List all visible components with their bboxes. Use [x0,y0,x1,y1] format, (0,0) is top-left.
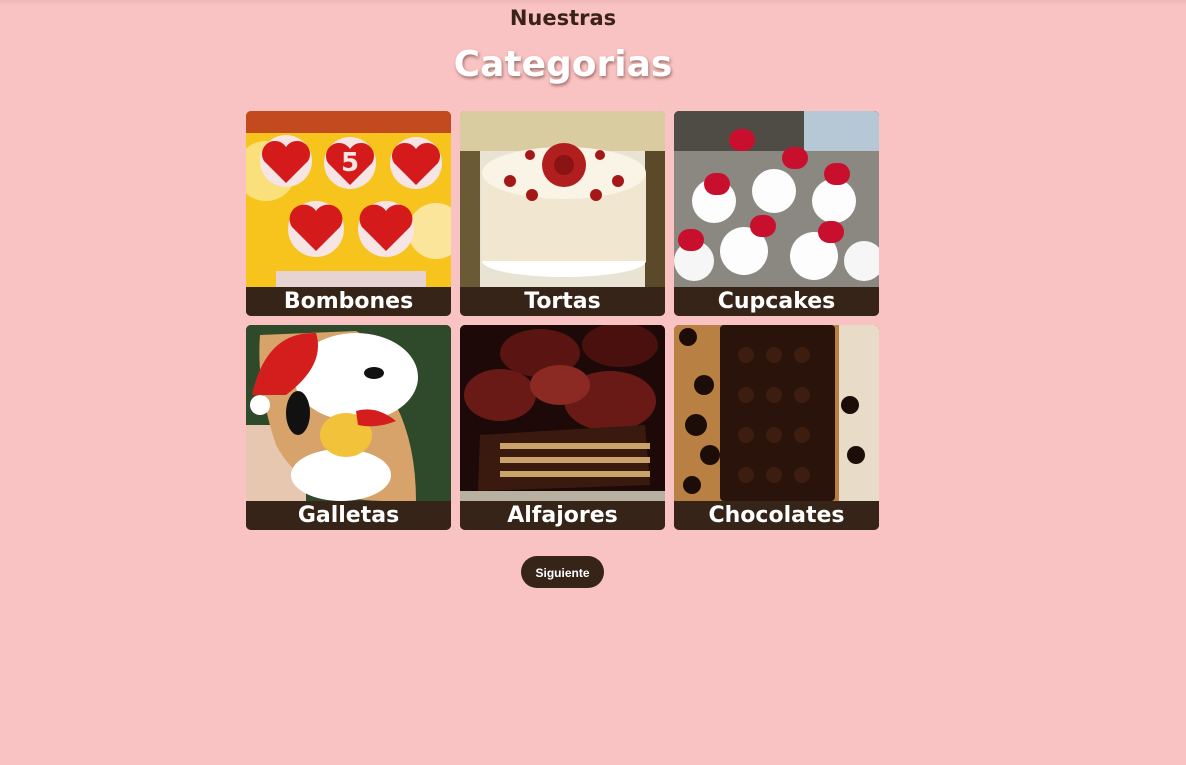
cupcakes-photo [674,111,879,287]
galletas-photo [246,325,451,501]
category-card-alfajores[interactable]: Alfajores [460,325,665,530]
category-label: Chocolates [674,501,879,530]
category-card-bombones[interactable]: 5 Bombones [246,111,451,316]
category-label: Galletas [246,501,451,530]
chocolates-photo [674,325,879,501]
category-card-tortas[interactable]: Tortas [460,111,665,316]
tortas-photo [460,111,665,287]
alfajores-photo [460,325,665,501]
category-label: Alfajores [460,501,665,530]
categories-grid: 5 Bombones Tortas Cupcakes Galletas Alfa… [246,111,879,530]
page-title: Categorias [453,44,673,85]
category-label: Cupcakes [674,287,879,316]
category-label: Tortas [460,287,665,316]
bombones-photo: 5 [246,111,451,287]
svg-text:5: 5 [341,148,359,178]
category-card-cupcakes[interactable]: Cupcakes [674,111,879,316]
category-card-galletas[interactable]: Galletas [246,325,451,530]
page-subtitle: Nuestras [509,6,617,30]
next-button[interactable]: Siguiente [521,556,604,588]
category-label: Bombones [246,287,451,316]
category-card-chocolates[interactable]: Chocolates [674,325,879,530]
